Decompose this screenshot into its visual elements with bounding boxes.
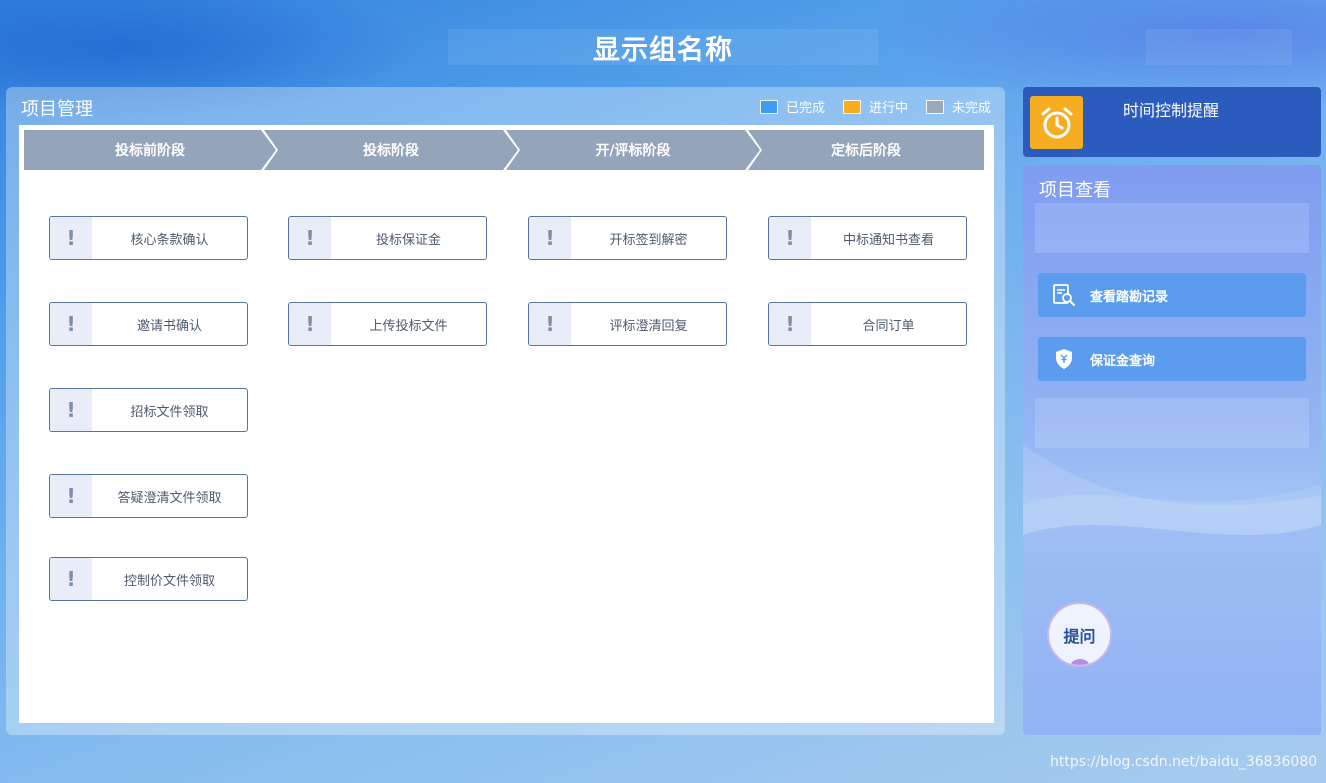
page-title: 显示组名称 bbox=[593, 34, 733, 66]
legend-swatch bbox=[925, 99, 944, 114]
task-tender-doc-collect[interactable]: ! 招标文件领取 bbox=[49, 388, 248, 432]
task-label: 中标通知书查看 bbox=[842, 232, 934, 248]
task-bid-bond[interactable]: ! 投标保证金 bbox=[288, 216, 487, 260]
placeholder-strip bbox=[1035, 398, 1309, 448]
exclamation-icon: ! bbox=[50, 475, 92, 517]
task-label: 招标文件领取 bbox=[130, 404, 209, 420]
task-label: 控制价文件领取 bbox=[123, 573, 215, 589]
view-survey-record-button[interactable]: 查看踏勘记录 bbox=[1038, 273, 1306, 317]
task-label: 核心条款确认 bbox=[130, 232, 209, 248]
stage-post-award[interactable]: 定标后阶段 bbox=[748, 130, 984, 170]
exclamation-icon: ! bbox=[289, 217, 331, 259]
bond-query-button[interactable]: 保证金查询 bbox=[1038, 337, 1306, 381]
reminder-title: 时间控制提醒 bbox=[1123, 101, 1220, 120]
exclamation-icon: ! bbox=[529, 303, 571, 345]
alarm-clock-icon bbox=[1030, 96, 1083, 149]
exclamation-icon: ! bbox=[50, 217, 92, 259]
task-label: 开标签到解密 bbox=[609, 232, 688, 248]
exclamation-icon: ! bbox=[289, 303, 331, 345]
stage-label: 投标前阶段 bbox=[115, 143, 185, 159]
button-label: 查看踏勘记录 bbox=[1090, 289, 1169, 305]
project-management-panel: 项目管理 已完成 进行中 未完成 投标前阶段 投标阶段 开/评标阶段 定标后阶段… bbox=[6, 87, 1005, 735]
stage-opening-evaluation[interactable]: 开/评标阶段 bbox=[506, 130, 760, 170]
task-contract-order[interactable]: ! 合同订单 bbox=[768, 302, 967, 346]
yuan-shield-icon bbox=[1038, 347, 1090, 371]
task-label: 上传投标文件 bbox=[369, 318, 448, 334]
stage-label: 定标后阶段 bbox=[831, 143, 901, 159]
stage-label: 投标阶段 bbox=[363, 143, 419, 159]
task-clarification-doc-collect[interactable]: ! 答疑澄清文件领取 bbox=[49, 474, 248, 518]
task-control-price-doc-collect[interactable]: ! 控制价文件领取 bbox=[49, 557, 248, 601]
stage-bidding[interactable]: 投标阶段 bbox=[264, 130, 518, 170]
view-title: 项目查看 bbox=[1039, 180, 1111, 201]
stage-label: 开/评标阶段 bbox=[595, 143, 671, 159]
exclamation-icon: ! bbox=[769, 217, 811, 259]
decorative-waves bbox=[1023, 445, 1321, 735]
task-label: 答疑澄清文件领取 bbox=[117, 490, 222, 506]
legend-item-completed: 已完成 bbox=[759, 97, 825, 116]
task-upload-bid-doc[interactable]: ! 上传投标文件 bbox=[288, 302, 487, 346]
status-legend: 已完成 进行中 未完成 bbox=[759, 97, 991, 116]
exclamation-icon: ! bbox=[529, 217, 571, 259]
exclamation-icon: ! bbox=[50, 303, 92, 345]
header-bar: 显示组名称 bbox=[448, 29, 878, 66]
ask-label: 提问 bbox=[1063, 626, 1096, 646]
legend-label: 已完成 bbox=[785, 101, 825, 116]
legend-item-in-progress: 进行中 bbox=[842, 97, 908, 116]
legend-swatch bbox=[842, 99, 861, 114]
stage-pre-bid[interactable]: 投标前阶段 bbox=[24, 130, 276, 170]
task-core-terms-confirm[interactable]: ! 核心条款确认 bbox=[49, 216, 248, 260]
exclamation-icon: ! bbox=[50, 558, 92, 600]
legend-swatch bbox=[759, 99, 778, 114]
stage-bar: 投标前阶段 投标阶段 开/评标阶段 定标后阶段 bbox=[24, 130, 984, 170]
task-label: 邀请书确认 bbox=[136, 318, 202, 334]
legend-label: 未完成 bbox=[951, 101, 991, 116]
task-award-notice-view[interactable]: ! 中标通知书查看 bbox=[768, 216, 967, 260]
exclamation-icon: ! bbox=[50, 389, 92, 431]
button-label: 保证金查询 bbox=[1090, 353, 1156, 369]
task-label: 合同订单 bbox=[862, 318, 915, 334]
legend-label: 进行中 bbox=[868, 101, 908, 116]
task-opening-signin-decrypt[interactable]: ! 开标签到解密 bbox=[528, 216, 727, 260]
ask-indicator bbox=[1071, 659, 1089, 665]
task-label: 评标澄清回复 bbox=[609, 318, 688, 334]
task-label: 投标保证金 bbox=[375, 232, 441, 248]
task-invitation-confirm[interactable]: ! 邀请书确认 bbox=[49, 302, 248, 346]
time-reminder-panel[interactable]: 时间控制提醒 bbox=[1023, 87, 1321, 157]
panel-title: 项目管理 bbox=[21, 99, 93, 120]
legend-item-not-started: 未完成 bbox=[925, 97, 991, 116]
workflow-board: 投标前阶段 投标阶段 开/评标阶段 定标后阶段 ! 核心条款确认 ! 邀请书确认 bbox=[19, 125, 994, 723]
placeholder-strip bbox=[1035, 203, 1309, 253]
header-right-box bbox=[1146, 29, 1292, 65]
task-evaluation-clarify-reply[interactable]: ! 评标澄清回复 bbox=[528, 302, 727, 346]
exclamation-icon: ! bbox=[769, 303, 811, 345]
ask-question-button[interactable]: 提问 bbox=[1047, 602, 1112, 667]
watermark: https://blog.csdn.net/baidu_36836080 bbox=[1050, 754, 1318, 770]
document-search-icon bbox=[1038, 283, 1090, 307]
